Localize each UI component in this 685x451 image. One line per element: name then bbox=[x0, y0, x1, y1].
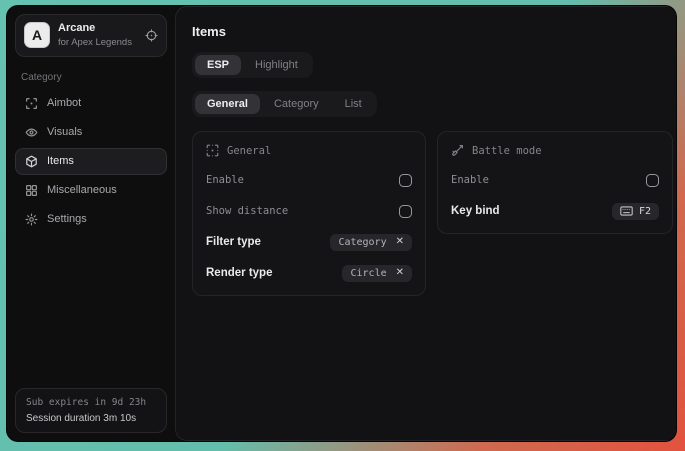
general-card-title: General bbox=[227, 145, 271, 157]
package-icon bbox=[25, 155, 38, 168]
app-window: A Arcane for Apex Legends Category bbox=[6, 5, 677, 442]
session-duration-text: Session duration 3m 10s bbox=[26, 413, 156, 424]
brand-text: Arcane for Apex Legends bbox=[58, 22, 137, 49]
key-bind-label: Key bind bbox=[451, 205, 500, 217]
battle-enable-row: Enable bbox=[451, 170, 659, 190]
sidebar-item-label: Miscellaneous bbox=[47, 184, 117, 196]
tab-esp[interactable]: ESP bbox=[195, 55, 241, 75]
crosshair-icon bbox=[25, 97, 38, 110]
main-panel: Items ESP Highlight General Category Lis… bbox=[175, 6, 677, 441]
close-icon[interactable]: ✕ bbox=[396, 237, 404, 247]
tab-list[interactable]: List bbox=[333, 94, 374, 114]
brand-card: A Arcane for Apex Legends bbox=[15, 14, 167, 57]
settings-cards-row: General Enable Show distance Filter type… bbox=[192, 131, 673, 296]
filter-type-label: Filter type bbox=[206, 236, 261, 248]
tab-category[interactable]: Category bbox=[262, 94, 331, 114]
battle-mode-card: Battle mode Enable Key bind bbox=[437, 131, 673, 234]
battle-mode-card-header: Battle mode bbox=[451, 144, 659, 157]
enable-checkbox[interactable] bbox=[399, 174, 412, 187]
enable-row: Enable bbox=[206, 170, 412, 190]
render-type-chip[interactable]: Circle ✕ bbox=[342, 265, 412, 282]
gear-icon bbox=[25, 213, 38, 226]
sidebar-item-miscellaneous[interactable]: Miscellaneous bbox=[15, 177, 167, 204]
tab-general[interactable]: General bbox=[195, 94, 260, 114]
general-card-header: General bbox=[206, 144, 412, 157]
key-bind-button[interactable]: F2 bbox=[612, 203, 659, 220]
sub-expires-text: Sub expires in 9d 23h bbox=[26, 397, 156, 408]
key-bind-row: Key bind F2 bbox=[451, 201, 659, 221]
enable-label: Enable bbox=[206, 174, 244, 186]
page-title: Items bbox=[192, 24, 673, 39]
view-tab-group: General Category List bbox=[192, 91, 377, 117]
render-type-label: Render type bbox=[206, 267, 272, 279]
key-bind-value: F2 bbox=[639, 206, 651, 217]
sidebar-item-visuals[interactable]: Visuals bbox=[15, 119, 167, 146]
keyboard-icon bbox=[620, 206, 633, 216]
sidebar-item-settings[interactable]: Settings bbox=[15, 206, 167, 233]
target-icon[interactable] bbox=[145, 29, 158, 42]
sidebar-item-items[interactable]: Items bbox=[15, 148, 167, 175]
app-title: Arcane bbox=[58, 22, 137, 35]
subscription-card: Sub expires in 9d 23h Session duration 3… bbox=[15, 388, 167, 433]
battle-enable-label: Enable bbox=[451, 174, 489, 186]
sidebar-item-label: Settings bbox=[47, 213, 87, 225]
show-distance-label: Show distance bbox=[206, 205, 288, 217]
battle-enable-checkbox[interactable] bbox=[646, 174, 659, 187]
sidebar-section-label: Category bbox=[21, 72, 161, 83]
app-logo: A bbox=[24, 22, 50, 48]
grid-icon bbox=[25, 184, 38, 197]
close-icon[interactable]: ✕ bbox=[396, 268, 404, 278]
filter-type-row: Filter type Category ✕ bbox=[206, 232, 412, 252]
filter-type-chip[interactable]: Category ✕ bbox=[330, 234, 412, 251]
render-type-value: Circle bbox=[350, 268, 386, 279]
sidebar-item-label: Items bbox=[47, 155, 74, 167]
tab-highlight[interactable]: Highlight bbox=[243, 55, 310, 75]
eye-icon bbox=[25, 126, 38, 139]
show-distance-checkbox[interactable] bbox=[399, 205, 412, 218]
sidebar-nav: Aimbot Visuals Items bbox=[15, 90, 167, 233]
sidebar-item-aimbot[interactable]: Aimbot bbox=[15, 90, 167, 117]
sword-icon bbox=[451, 144, 464, 157]
sidebar-item-label: Visuals bbox=[47, 126, 82, 138]
mode-tab-group: ESP Highlight bbox=[192, 52, 313, 78]
sidebar: A Arcane for Apex Legends Category bbox=[7, 6, 175, 441]
show-distance-row: Show distance bbox=[206, 201, 412, 221]
render-type-row: Render type Circle ✕ bbox=[206, 263, 412, 283]
scan-icon bbox=[206, 144, 219, 157]
battle-mode-card-title: Battle mode bbox=[472, 145, 542, 157]
sidebar-item-label: Aimbot bbox=[47, 97, 81, 109]
filter-type-value: Category bbox=[338, 237, 386, 248]
app-subtitle: for Apex Legends bbox=[58, 37, 137, 48]
general-card: General Enable Show distance Filter type… bbox=[192, 131, 426, 296]
